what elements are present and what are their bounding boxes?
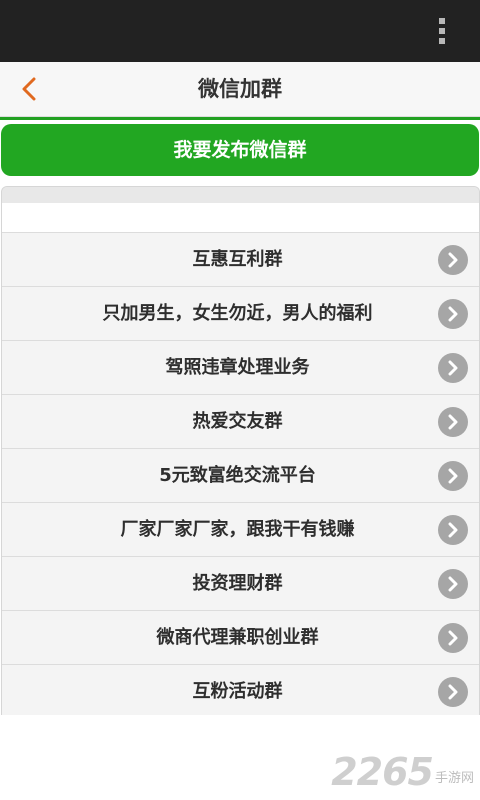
chevron-right-circle-icon: [438, 461, 468, 491]
list-item[interactable]: 互惠互利群: [2, 233, 479, 287]
group-name: 热爱交友群: [192, 411, 283, 432]
list-item[interactable]: 驾照违章处理业务: [2, 341, 479, 395]
chevron-right-circle-icon: [438, 245, 468, 275]
watermark-number: 2265: [331, 750, 434, 794]
list-empty-row: [2, 203, 479, 233]
chevron-right-circle-icon: [438, 623, 468, 653]
list-item[interactable]: 厂家厂家厂家，跟我干有钱赚: [2, 503, 479, 557]
group-name: 厂家厂家厂家，跟我干有钱赚: [120, 519, 355, 540]
list-header-bar: [2, 187, 479, 203]
watermark-logo: 2265 手游网: [331, 752, 474, 792]
list-item[interactable]: 互粉活动群: [2, 665, 479, 715]
group-name: 互粉活动群: [192, 681, 283, 702]
group-name: 5元致富绝交流平台: [159, 465, 316, 486]
chevron-right-circle-icon: [438, 515, 468, 545]
chevron-right-circle-icon: [438, 299, 468, 329]
list-item[interactable]: 投资理财群: [2, 557, 479, 611]
header-bar: 微信加群: [0, 62, 480, 117]
group-name: 驾照违章处理业务: [165, 357, 310, 378]
overflow-menu-icon[interactable]: [438, 18, 446, 44]
list-item[interactable]: 只加男生，女生勿近，男人的福利: [2, 287, 479, 341]
list-item[interactable]: 微商代理兼职创业群: [2, 611, 479, 665]
group-name: 只加男生，女生勿近，男人的福利: [102, 303, 373, 324]
group-name: 投资理财群: [192, 573, 283, 594]
divider: [0, 117, 480, 120]
chevron-right-circle-icon: [438, 569, 468, 599]
list-item[interactable]: 热爱交友群: [2, 395, 479, 449]
group-list: 互惠互利群只加男生，女生勿近，男人的福利 驾照违章处理业务 热爱交友群 5元致富绝交流…: [1, 186, 480, 715]
chevron-right-circle-icon: [438, 407, 468, 437]
group-name: 互惠互利群: [192, 249, 283, 270]
group-name: 微商代理兼职创业群: [156, 627, 319, 648]
publish-group-button[interactable]: 我要发布微信群: [1, 124, 479, 176]
watermark-text: 手游网: [434, 771, 474, 786]
page-title: 微信加群: [198, 77, 282, 101]
chevron-right-circle-icon: [438, 353, 468, 383]
list-item[interactable]: 5元致富绝交流平台: [2, 449, 479, 503]
chevron-right-circle-icon: [438, 677, 468, 707]
status-bar: [0, 0, 480, 62]
